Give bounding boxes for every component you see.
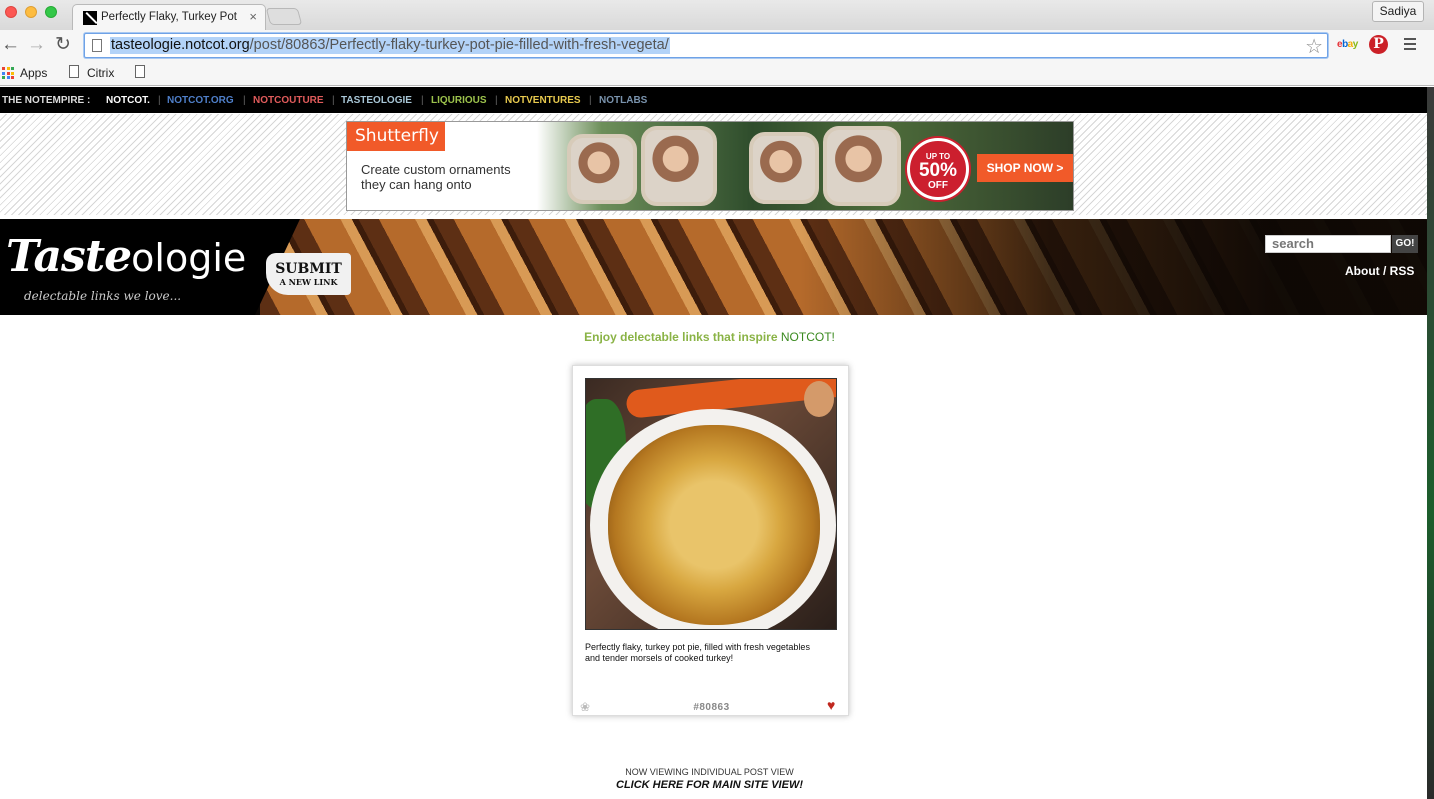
nav-separator: | [332, 95, 335, 106]
new-tab-button[interactable] [265, 8, 303, 25]
egg-shape [804, 381, 834, 417]
close-window-button[interactable] [5, 6, 17, 18]
heart-icon[interactable]: ♥ [827, 697, 835, 713]
logo-tagline: delectable links we love... [24, 289, 182, 303]
post-card: Perfectly flaky, turkey pot pie, filled … [572, 365, 849, 716]
pie-crust-shape [608, 425, 820, 625]
browser-tab-strip: Perfectly Flaky, Turkey Pot × Sadiya [0, 0, 1434, 31]
ebay-extension-icon[interactable]: ebay [1337, 39, 1358, 50]
bookmark-apps[interactable]: Apps [20, 66, 47, 80]
ebay-letter-y: y [1352, 39, 1359, 50]
bookmark-star-icon[interactable]: ☆ [1305, 34, 1323, 59]
submit-link-button[interactable]: SUBMIT A NEW LINK [266, 253, 351, 295]
tab-close-icon[interactable]: × [249, 9, 257, 24]
url-path: /post/80863/Perfectly-flaky-turkey-pot-p… [249, 37, 669, 53]
logo-bold: Taste [6, 231, 132, 282]
url-host: tasteologie.notcot.org [111, 37, 250, 53]
nav-tasteologie[interactable]: TASTEOLOGIE [341, 95, 412, 106]
notcot-favicon-icon [83, 11, 97, 25]
main-site-view-link[interactable]: CLICK HERE FOR MAIN SITE VIEW! [0, 779, 1419, 791]
nav-separator: | [421, 95, 424, 106]
apps-grid-icon[interactable] [2, 67, 14, 79]
nav-notventures[interactable]: NOTVENTURES [505, 95, 581, 106]
search-go-button[interactable]: GO! [1392, 235, 1418, 253]
notcot-link[interactable]: NOTCOT! [781, 330, 835, 344]
shop-now-button[interactable]: SHOP NOW > [977, 154, 1073, 182]
reload-icon[interactable]: ↻ [55, 35, 71, 55]
page-icon [92, 39, 102, 52]
notempire-label: THE NOTEMPIRE : [2, 95, 91, 106]
browser-tab-active[interactable]: Perfectly Flaky, Turkey Pot × [72, 4, 266, 31]
header-fade [800, 219, 1427, 315]
enjoy-tagline: Enjoy delectable links that inspire NOTC… [0, 330, 1419, 344]
zoom-window-button[interactable] [45, 6, 57, 18]
logo-light: ologie [131, 236, 247, 280]
viewing-mode-label: NOW VIEWING INDIVIDUAL POST VIEW [625, 767, 794, 777]
ad-copy: Create custom ornaments they can hang on… [361, 162, 561, 192]
window-edge [1427, 87, 1434, 799]
enjoy-text: Enjoy delectable links that inspire [584, 330, 778, 344]
bookmark-citrix[interactable]: Citrix [87, 66, 114, 80]
nav-separator: | [589, 95, 592, 106]
nav-separator: | [495, 95, 498, 106]
notempire-nav-bar: THE NOTEMPIRE : NOTCOT. | NOTCOT.ORG | N… [0, 87, 1427, 113]
ad-copy-line2: they can hang onto [361, 177, 472, 192]
ornament-image [567, 134, 637, 204]
discount-badge: UP TO 50% OFF [907, 138, 969, 200]
ad-copy-line1: Create custom ornaments [361, 162, 511, 177]
bookmark-untitled-page-icon[interactable] [135, 65, 145, 78]
shutterfly-ad-banner[interactable]: Shutterfly Create custom ornaments they … [346, 121, 1074, 211]
tab-title: Perfectly Flaky, Turkey Pot [101, 11, 237, 23]
ad-area: Shutterfly Create custom ornaments they … [0, 114, 1427, 215]
badge-off: OFF [928, 180, 948, 191]
back-arrow-icon[interactable]: ← [1, 35, 20, 55]
tasteologie-logo[interactable]: Tasteologie delectable links we love... [0, 219, 300, 315]
submit-sublabel: A NEW LINK [279, 277, 338, 287]
address-bar[interactable]: tasteologie.notcot.org/post/80863/Perfec… [84, 33, 1328, 58]
nav-notcot-org[interactable]: NOTCOT.ORG [167, 95, 234, 106]
hamburger-menu-icon[interactable] [1404, 38, 1416, 53]
badge-percent: 50% [918, 160, 958, 181]
profile-button[interactable]: Sadiya [1372, 1, 1424, 22]
nav-notcot[interactable]: NOTCOT. [106, 95, 150, 106]
browser-toolbar: ← → ↻ tasteologie.notcot.org/post/80863/… [0, 30, 1434, 61]
nav-notlabs[interactable]: NOTLABS [599, 95, 647, 106]
ornament-image [823, 126, 901, 206]
bookmarks-bar: Apps Citrix [0, 61, 1434, 86]
web-page: THE NOTEMPIRE : NOTCOT. | NOTCOT.ORG | N… [0, 87, 1427, 799]
post-caption[interactable]: Perfectly flaky, turkey pot pie, filled … [585, 642, 825, 664]
shutterfly-logo: Shutterfly [347, 122, 445, 151]
submit-label: SUBMIT [275, 261, 342, 277]
ornament-image [641, 126, 717, 206]
nav-liqurious[interactable]: LIQURIOUS [431, 95, 487, 106]
page-icon [69, 65, 79, 78]
ornament-image [749, 132, 819, 204]
post-id: #80863 [693, 702, 730, 713]
logo-word: Tasteologie [6, 231, 246, 282]
forward-arrow-icon[interactable]: → [27, 35, 46, 55]
pot-pie-photo[interactable] [585, 378, 837, 630]
url-text[interactable]: tasteologie.notcot.org/post/80863/Perfec… [110, 37, 670, 54]
about-rss-link[interactable]: About / RSS [1345, 264, 1414, 278]
search-input[interactable]: search [1265, 235, 1391, 253]
pinterest-extension-icon[interactable]: P [1369, 35, 1388, 54]
nav-separator: | [243, 95, 246, 106]
tasteologie-header: Tasteologie delectable links we love... … [0, 219, 1427, 315]
minimize-window-button[interactable] [25, 6, 37, 18]
nav-notcouture[interactable]: NOTCOUTURE [253, 95, 324, 106]
nav-separator: | [158, 95, 161, 106]
